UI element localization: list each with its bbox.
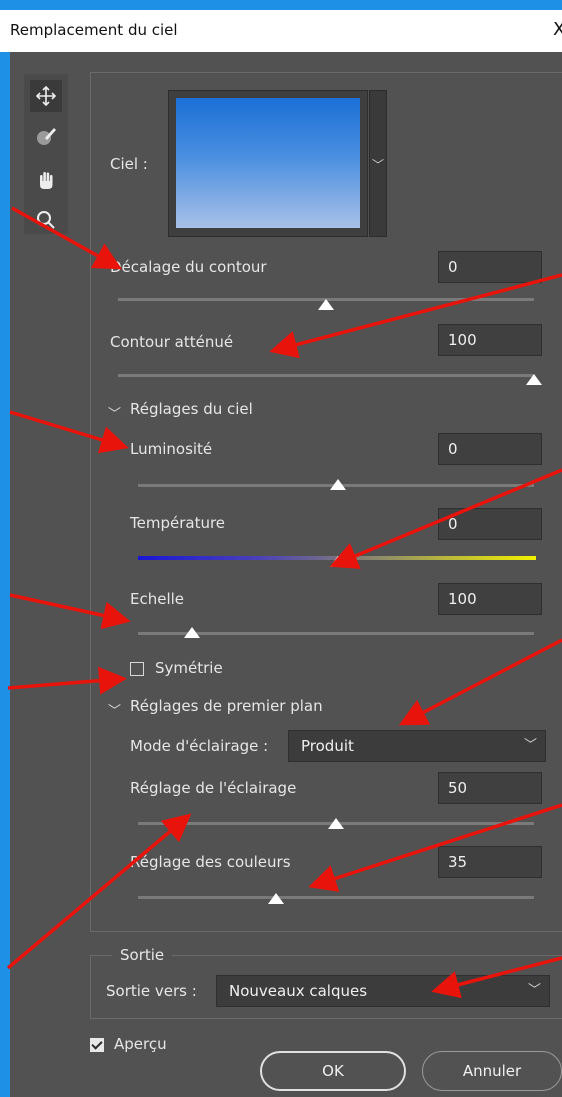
sky-label: Ciel : (110, 155, 148, 173)
foreground-adjustments-header[interactable]: Réglages de premier plan (130, 697, 323, 715)
scale-slider-thumb[interactable] (184, 627, 200, 638)
lighting-mode-select[interactable]: Produit ﹀ (288, 730, 546, 762)
lighting-adjustment-slider-thumb[interactable] (328, 818, 344, 829)
fade-edge-input[interactable]: 100 (438, 324, 542, 356)
brightness-label: Luminosité (130, 440, 213, 458)
scale-input[interactable]: 100 (438, 583, 542, 615)
output-to-label: Sortie vers : (106, 982, 197, 1000)
preview-label: Aperçu (114, 1035, 167, 1053)
color-adjustment-track (138, 896, 534, 899)
close-button[interactable]: X (553, 19, 562, 40)
window-title: Remplacement du ciel (10, 21, 178, 39)
temperature-input[interactable]: 0 (438, 508, 542, 540)
sky-preview-image (176, 98, 360, 228)
sky-adjustments-chevron-icon[interactable]: ﹀ (108, 403, 121, 422)
chevron-down-icon: ﹀ (523, 738, 537, 753)
sky-adjustments-header[interactable]: Réglages du ciel (130, 400, 253, 418)
shift-edge-label: Décalage du contour (110, 258, 267, 276)
output-to-value: Nouveaux calques (229, 982, 368, 1000)
ok-button[interactable]: OK (260, 1051, 406, 1091)
chevron-down-icon: ﹀ (527, 983, 541, 998)
color-adjustment-label: Réglage des couleurs (130, 853, 291, 871)
temperature-label: Température (130, 514, 226, 532)
zoom-icon[interactable] (30, 204, 62, 236)
temperature-slider-thumb[interactable] (330, 556, 346, 567)
lighting-adjustment-label: Réglage de l'éclairage (130, 779, 297, 797)
brightness-input[interactable]: 0 (438, 433, 542, 465)
hand-icon[interactable] (30, 164, 62, 196)
output-group-title: Sortie (112, 946, 173, 964)
color-adjustment-slider-thumb[interactable] (268, 893, 284, 904)
lighting-mode-value: Produit (301, 737, 354, 755)
sky-preset-thumbnail[interactable] (168, 90, 368, 237)
cancel-button[interactable]: Annuler (422, 1051, 562, 1091)
foreground-adjustments-chevron-icon[interactable]: ﹀ (108, 700, 121, 719)
lighting-mode-label: Mode d'éclairage : (130, 737, 269, 755)
chevron-down-icon: ﹀ (372, 158, 385, 172)
brightness-slider-thumb[interactable] (330, 479, 346, 490)
flip-checkbox[interactable] (130, 662, 144, 676)
color-adjustment-input[interactable]: 35 (438, 846, 542, 878)
fade-edge-slider-thumb[interactable] (526, 374, 542, 385)
scale-label: Echelle (130, 590, 185, 608)
flip-label: Symétrie (155, 659, 223, 677)
sky-preset-dropdown[interactable]: ﹀ (369, 90, 387, 237)
lighting-adjustment-input[interactable]: 50 (438, 772, 542, 804)
sky-brush-icon[interactable] (30, 120, 62, 152)
shift-edge-input[interactable]: 0 (438, 251, 542, 283)
preview-checkbox[interactable] (90, 1038, 104, 1052)
shift-edge-slider-thumb[interactable] (318, 299, 334, 310)
title-bar: Remplacement du ciel X (0, 10, 562, 52)
fade-edge-track (118, 374, 534, 377)
move-icon[interactable] (30, 80, 62, 112)
output-to-select[interactable]: Nouveaux calques ﹀ (216, 975, 550, 1007)
fade-edge-label: Contour atténué (110, 333, 234, 351)
